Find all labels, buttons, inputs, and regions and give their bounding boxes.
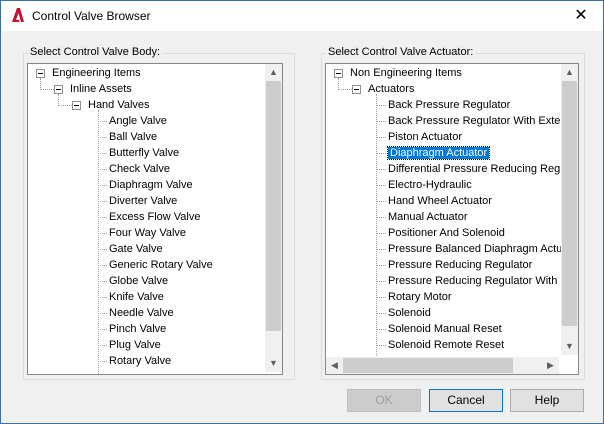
collapse-icon[interactable] bbox=[72, 101, 81, 110]
tree-node-root[interactable]: Engineering Items bbox=[52, 65, 141, 81]
tree-leaf-item[interactable]: Gate Valve bbox=[109, 241, 163, 257]
autocad-a-icon bbox=[12, 8, 24, 22]
valve-body-label: Select Control Valve Body: bbox=[28, 46, 163, 58]
tree-leaf-item[interactable]: Diaphragm Valve bbox=[109, 177, 193, 193]
scroll-right-icon[interactable]: ▶ bbox=[542, 357, 559, 374]
tree-leaf-item[interactable]: Pressure Balanced Diaphragm Actua bbox=[388, 241, 568, 257]
tree-leaf-item[interactable]: Rotary Valve bbox=[109, 353, 171, 369]
scroll-thumb[interactable] bbox=[562, 81, 577, 326]
scroll-down-icon[interactable]: ▼ bbox=[265, 355, 282, 372]
close-icon[interactable]: ✕ bbox=[559, 1, 603, 31]
tree-node-inline-assets[interactable]: Inline Assets bbox=[70, 81, 132, 97]
ok-button[interactable]: OK bbox=[347, 389, 421, 412]
selected-item[interactable]: Diaphragm Actuator bbox=[386, 146, 491, 160]
tree-leaf-item[interactable]: Knife Valve bbox=[109, 289, 164, 305]
actuator-label: Select Control Valve Actuator: bbox=[326, 46, 476, 58]
tree-leaf-item[interactable]: Solenoid Manual Reset bbox=[388, 321, 502, 337]
tree-leaf-item[interactable]: Differential Pressure Reducing Regul bbox=[388, 161, 569, 177]
tree-leaf-item[interactable]: Rotary Motor bbox=[388, 289, 452, 305]
tree-leaf-item[interactable]: Four Way Valve bbox=[109, 225, 186, 241]
collapse-icon[interactable] bbox=[36, 69, 45, 78]
valve-body-tree[interactable]: Engineering Items Inline Assets Hand Val… bbox=[27, 63, 283, 375]
tree-leaf-item[interactable]: Pressure Reducing Regulator bbox=[388, 257, 532, 273]
tree-leaf-item[interactable]: Electro-Hydraulic bbox=[388, 177, 472, 193]
tree-leaf-item[interactable]: Generic Rotary Valve bbox=[109, 257, 213, 273]
tree-leaf-item[interactable]: Excess Flow Valve bbox=[109, 209, 201, 225]
tree-leaf-item[interactable]: Positioner And Solenoid bbox=[388, 225, 505, 241]
tree-leaf-item[interactable]: Angle Valve bbox=[109, 113, 167, 129]
tree-leaf-item[interactable]: Plug Valve bbox=[109, 337, 161, 353]
hscroll-thumb[interactable] bbox=[343, 358, 513, 373]
tree-leaf-item[interactable]: Pressure Reducing Regulator With E bbox=[388, 273, 568, 289]
tree-leaf-item[interactable]: Pinch Valve bbox=[109, 321, 166, 337]
vertical-scrollbar[interactable]: ▲ ▼ bbox=[265, 64, 282, 372]
scroll-down-icon[interactable]: ▼ bbox=[561, 338, 578, 355]
tree-leaf-item[interactable]: Diverter Valve bbox=[109, 193, 177, 209]
tree-leaf-item[interactable]: Manual Actuator bbox=[388, 209, 468, 225]
cancel-button[interactable]: Cancel bbox=[429, 389, 503, 412]
tree-leaf-item[interactable]: Ball Valve bbox=[109, 129, 157, 145]
actuator-tree[interactable]: Non Engineering Items Actuators Back Pre… bbox=[325, 63, 579, 375]
tree-leaf-item[interactable]: Back Pressure Regulator With Extern bbox=[388, 113, 570, 129]
vertical-scrollbar[interactable]: ▲ ▼ bbox=[561, 64, 578, 355]
tree-leaf-item[interactable]: Check Valve bbox=[109, 161, 170, 177]
title-bar: Control Valve Browser ✕ bbox=[1, 1, 603, 31]
collapse-icon[interactable] bbox=[54, 85, 63, 94]
tree-leaf-item[interactable]: Solenoid Remote Reset bbox=[388, 337, 504, 353]
scroll-up-icon[interactable]: ▲ bbox=[561, 64, 578, 81]
tree-leaf-item[interactable]: Back Pressure Regulator bbox=[388, 97, 510, 113]
scroll-up-icon[interactable]: ▲ bbox=[265, 64, 282, 81]
tree-leaf-item[interactable]: Diaphragm Actuator bbox=[386, 145, 491, 161]
collapse-icon[interactable] bbox=[352, 85, 361, 94]
dialog-window: Control Valve Browser ✕ Select Control V… bbox=[0, 0, 604, 424]
tree-leaf-item[interactable]: Globe Valve bbox=[109, 273, 168, 289]
tree-leaf-item[interactable]: Needle Valve bbox=[109, 305, 174, 321]
scroll-left-icon[interactable]: ◀ bbox=[326, 357, 343, 374]
scroll-thumb[interactable] bbox=[266, 81, 281, 331]
tree-node-actuators[interactable]: Actuators bbox=[368, 81, 414, 97]
tree-leaf-item[interactable]: Piston Actuator bbox=[388, 129, 462, 145]
tree-leaf-item[interactable]: Solenoid bbox=[388, 305, 431, 321]
horizontal-scrollbar[interactable]: ◀ ▶ bbox=[326, 357, 559, 374]
help-button[interactable]: Help bbox=[510, 389, 584, 412]
collapse-icon[interactable] bbox=[334, 69, 343, 78]
tree-leaf-item[interactable]: Hand Wheel Actuator bbox=[388, 193, 492, 209]
window-title: Control Valve Browser bbox=[32, 9, 151, 23]
tree-node-root[interactable]: Non Engineering Items bbox=[350, 65, 462, 81]
tree-leaf-item[interactable]: Butterfly Valve bbox=[109, 145, 179, 161]
